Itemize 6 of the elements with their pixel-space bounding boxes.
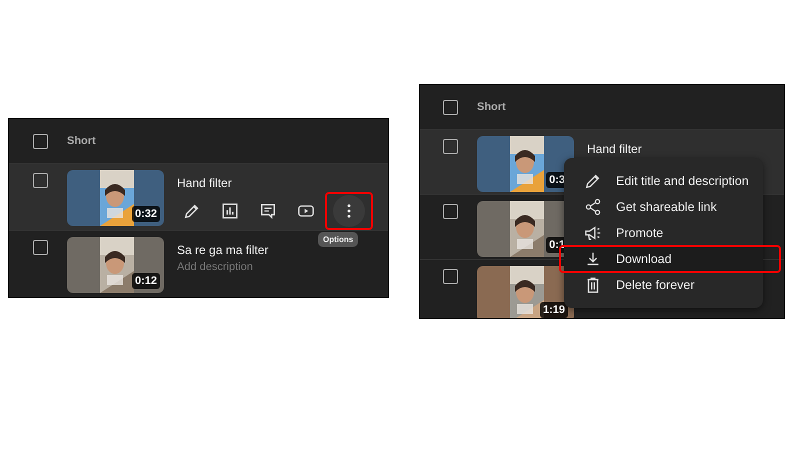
duration-badge: 0:12 <box>132 273 160 289</box>
duration-badge: 0:32 <box>132 206 160 222</box>
tooltip: Options <box>318 232 358 247</box>
column-header: Short <box>477 101 506 113</box>
column-header: Short <box>67 135 96 147</box>
duration-badge: 1:19 <box>540 302 568 318</box>
